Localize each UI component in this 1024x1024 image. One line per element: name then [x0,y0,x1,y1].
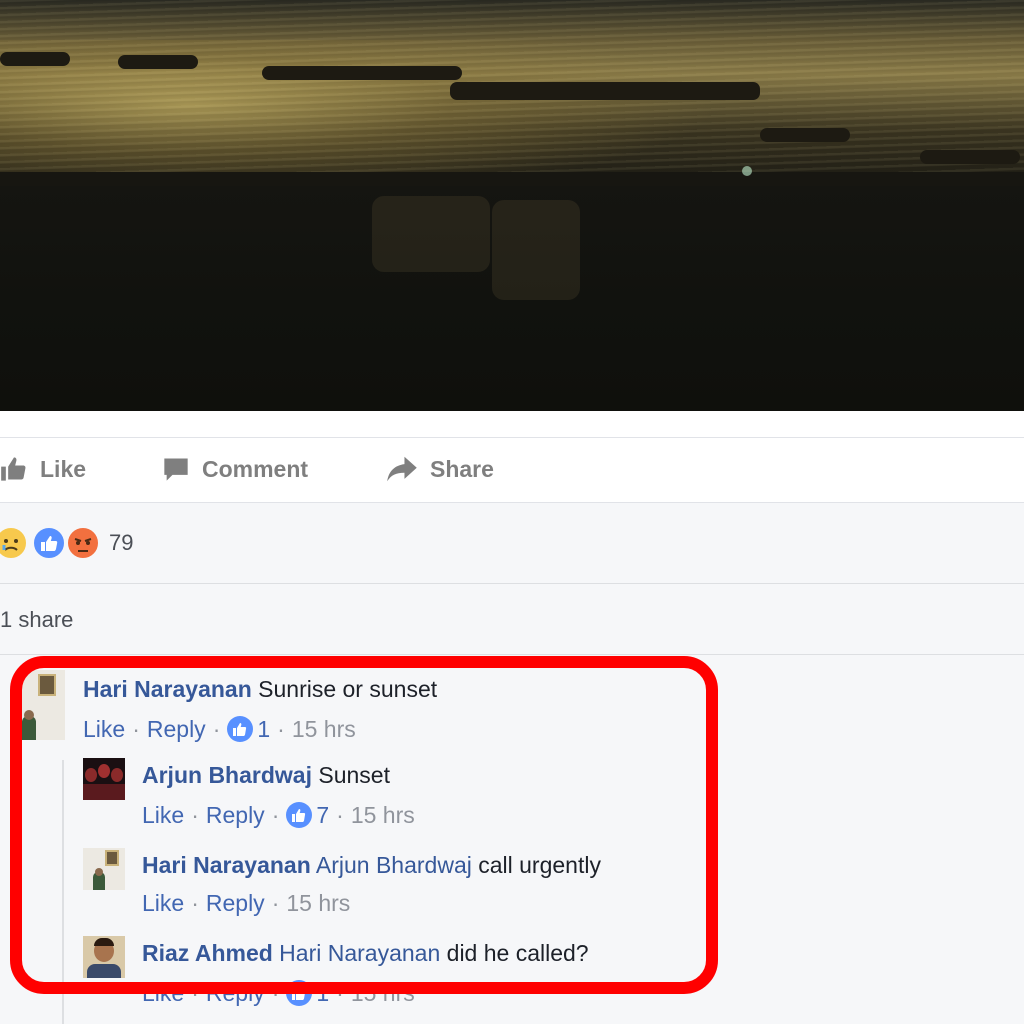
thumbs-up-icon [1,457,26,481]
light-spot [742,166,752,176]
action-bar: Like Comment Share [0,411,1024,503]
like-label: Like [40,455,87,482]
sad-icon[interactable] [0,526,28,560]
like-button[interactable]: Like [0,455,86,483]
divider [0,654,1024,655]
rock [760,128,850,142]
post-photo[interactable] [0,0,1024,411]
share-label: Share [430,455,494,482]
glare [372,196,490,272]
rock [262,66,462,80]
rock [450,82,760,100]
reaction-count[interactable]: 79 [109,530,133,556]
shares-count[interactable]: 1 share [0,607,73,633]
share-button[interactable]: Share [386,455,494,483]
angry-icon[interactable] [66,526,100,560]
glare [492,200,580,300]
comment-icon [164,458,188,481]
rock [118,55,198,69]
share-arrow-icon [387,456,417,482]
rock [0,52,70,66]
divider [0,437,1024,438]
like-icon[interactable] [32,526,66,560]
reactions-row [0,504,1024,584]
comment-button[interactable]: Comment [162,455,308,483]
highlight-box [10,656,718,994]
rock [920,150,1020,164]
comment-label: Comment [202,455,309,482]
